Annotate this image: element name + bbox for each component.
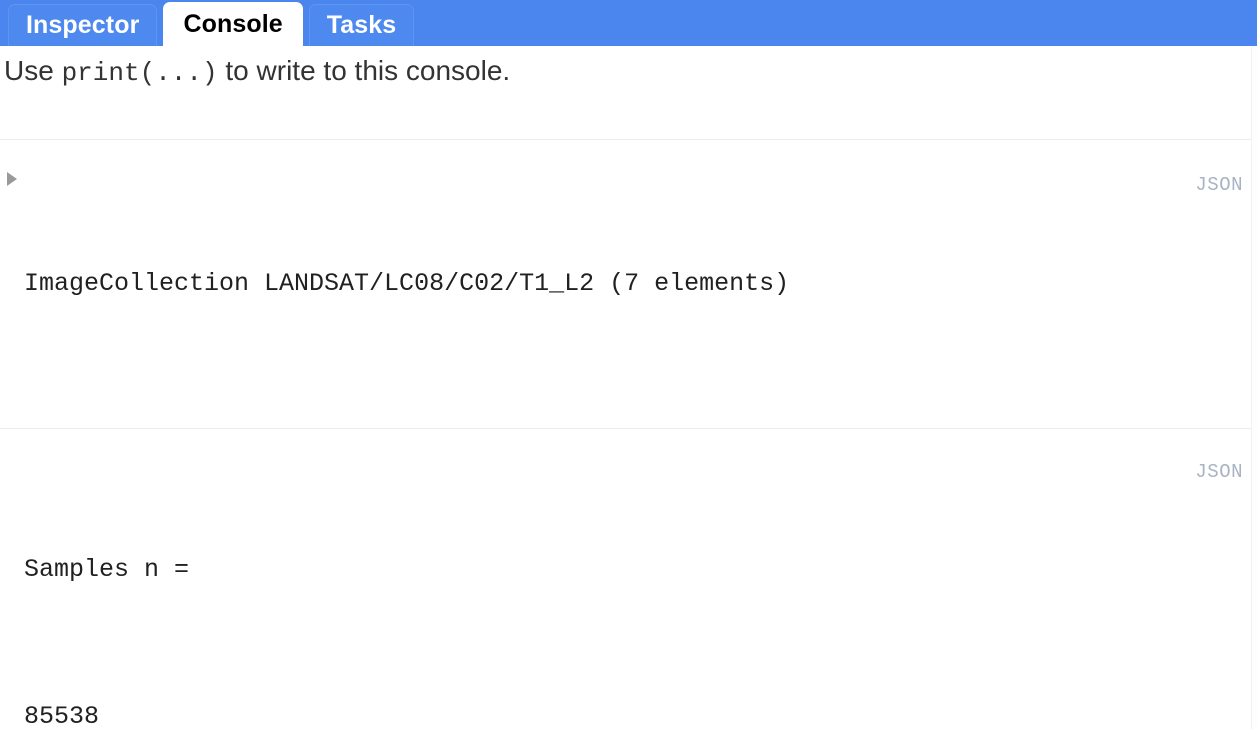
console-panel: Use print(...) to write to this console.… [0, 46, 1257, 729]
console-log-entry[interactable]: ImageCollection LANDSAT/LC08/C02/T1_L2 (… [0, 140, 1257, 428]
console-tab-bar: Inspector Console Tasks [0, 0, 1257, 46]
tab-inspector-label: Inspector [26, 11, 140, 39]
console-log-text: Samples n = 85538 [24, 449, 1195, 729]
json-badge[interactable]: JSON [1195, 162, 1257, 196]
console-hint: Use print(...) to write to this console. [0, 46, 1257, 91]
console-log-entry[interactable]: Samples n = 85538 JSON [0, 429, 1257, 729]
tab-tasks-label: Tasks [326, 11, 397, 39]
console-scrollbar[interactable] [1251, 46, 1257, 729]
console-hint-prefix: Use [4, 55, 62, 86]
console-log-line: ImageCollection LANDSAT/LC08/C02/T1_L2 (… [24, 268, 790, 298]
tab-tasks[interactable]: Tasks [308, 4, 415, 46]
chevron-right-icon[interactable] [7, 172, 17, 187]
tab-inspector[interactable]: Inspector [8, 4, 158, 46]
expand-arrow-cell [0, 449, 24, 459]
console-hint-suffix: to write to this console. [217, 55, 511, 86]
console-hint-code: print(...) [61, 58, 218, 88]
expand-arrow-cell[interactable] [0, 162, 24, 187]
console-log-line: 85538 [24, 701, 100, 729]
console-log-line: Samples n = [24, 555, 190, 585]
json-badge[interactable]: JSON [1195, 449, 1257, 483]
console-log-text: ImageCollection LANDSAT/LC08/C02/T1_L2 (… [24, 162, 1195, 406]
tab-console-label: Console [183, 9, 283, 38]
tab-console[interactable]: Console [163, 2, 303, 46]
